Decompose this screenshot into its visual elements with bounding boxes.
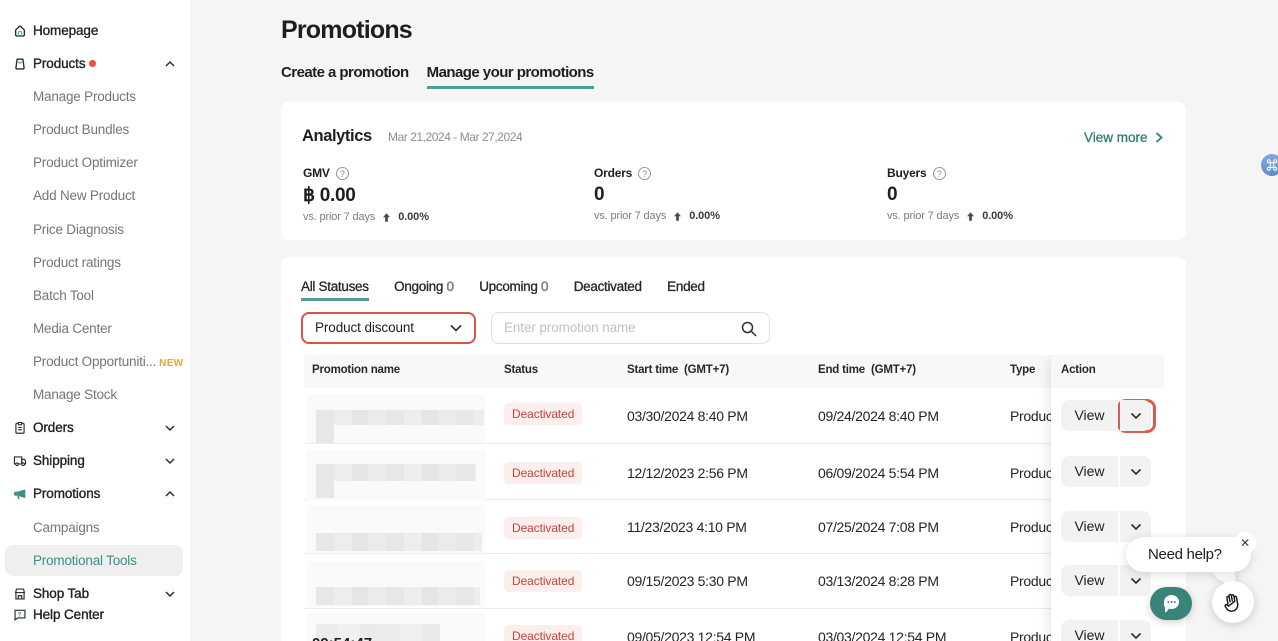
svg-text:?: ?: [18, 611, 22, 618]
